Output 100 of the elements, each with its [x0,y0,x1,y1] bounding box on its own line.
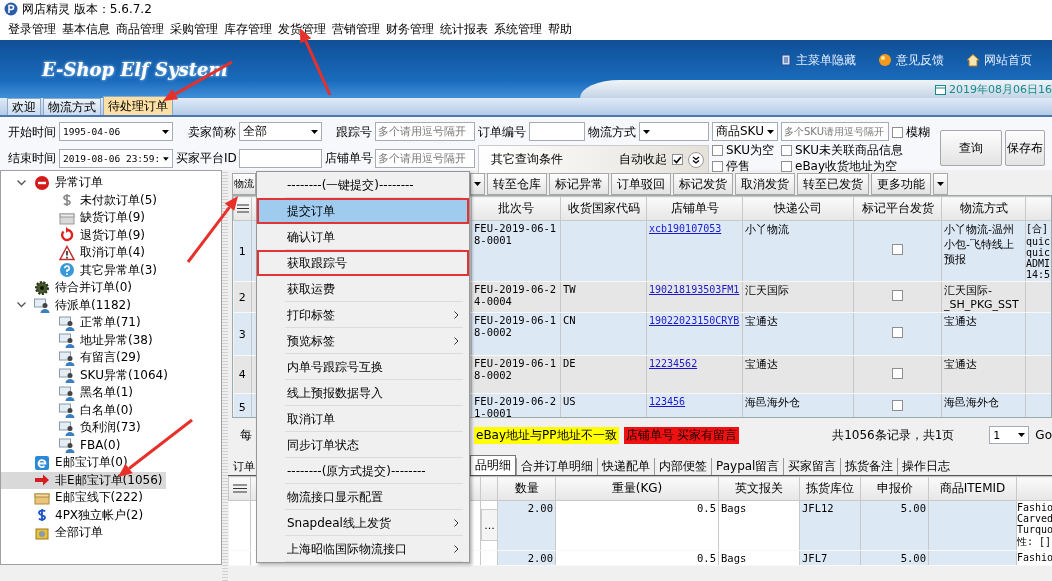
toolbar-button[interactable]: 取消发货 [735,173,795,195]
dropdown[interactable]: 商品SKU [712,122,778,141]
dropdown[interactable]: 2019-08-06 23:59: [59,149,173,168]
menu-item[interactable]: 获取跟踪号 [257,250,469,276]
tree-item[interactable]: 黑名单(1) [26,384,137,402]
tab[interactable]: 订单 [232,458,256,475]
tree-item[interactable]: 全部订单 [1,524,107,542]
tree-item[interactable]: E邮宝线下(222) [1,489,147,507]
computer-user-icon [59,332,75,349]
tree-item[interactable]: 取消订单(4) [26,244,149,262]
tree-item[interactable]: FBA(0) [26,436,125,454]
menu-item[interactable]: 帮助 [548,20,572,38]
menu-item[interactable]: 基本信息 [62,20,110,38]
tree-item[interactable]: E邮宝订单(0) [1,454,132,472]
checkbox[interactable] [892,244,903,255]
menu-item[interactable]: 发货管理 [278,20,326,38]
tree-item[interactable]: 缺货订单(9) [26,209,149,227]
link[interactable]: 19022023150CRYB [649,315,740,326]
input-field[interactable]: 多个请用逗号隔开 [375,122,475,141]
banner-link[interactable]: 主菜单隐藏 [780,51,856,69]
caret-icon [162,129,169,134]
table-cell: 汇天国际 [742,281,854,313]
save-layout-button[interactable]: 保存布 [1005,130,1045,166]
tree-item[interactable]: 待合并订单(0) [1,279,136,297]
tree-item[interactable]: 4PX独立帐户(2) [1,506,148,524]
computer-user-icon [59,367,75,384]
menu-item[interactable]: 系统管理 [494,20,542,38]
tree-item[interactable]: 未付款订单(5) [26,191,161,209]
dropdown[interactable]: 1995-04-06 [59,122,173,141]
checkbox-label: SKU未关联商品信息 [795,142,903,159]
tab[interactable]: 买家留言 [783,458,841,475]
dropdown[interactable]: 全部 [239,122,322,141]
tab[interactable]: 物流方式 [43,98,101,115]
toolbar-button[interactable]: 更多功能 [871,173,931,195]
menu-item[interactable]: 财务管理 [386,20,434,38]
computer-user-icon [34,297,50,314]
list-icon [236,203,249,213]
tab[interactable]: 合并订单明细 [516,458,597,475]
input-field[interactable] [529,122,585,141]
tree-item[interactable]: 异常订单 [1,174,107,192]
tree-item[interactable]: 其它异常单(3) [26,261,161,279]
checkbox[interactable] [712,161,723,172]
toolbar-button[interactable]: 转至已发货 [797,173,869,195]
link[interactable]: 190218193503FM1 [649,284,740,295]
checkbox[interactable] [712,145,723,156]
tab[interactable]: 快递配单 [597,458,654,475]
checkbox[interactable] [892,327,903,338]
menu-item[interactable]: 商品管理 [116,20,164,38]
tree-item[interactable]: 负利润(73) [26,419,145,437]
tab[interactable]: 待处理订单 [103,96,173,115]
tab[interactable]: 品明细 [470,455,516,475]
input-field[interactable]: 多个SKU请用逗号隔开 [781,122,889,141]
dropdown[interactable] [639,122,709,141]
menu-item[interactable]: 采购管理 [170,20,218,38]
tree-item[interactable]: 白名单(0) [26,401,137,419]
input-field[interactable]: 多个请用逗号隔开 [375,149,475,168]
menu-item[interactable]: 库存管理 [224,20,272,38]
more-button[interactable]: ... [481,509,498,541]
tree-item[interactable]: 非E邮宝订单(1056) [1,471,167,489]
checkbox[interactable] [892,290,903,301]
menu-item[interactable]: 统计报表 [440,20,488,38]
dropdown-button[interactable] [470,173,485,195]
tab[interactable]: Paypal留言 [711,458,784,475]
toolbar-button[interactable]: 转至仓库 [487,173,547,195]
tab[interactable]: 操作日志 [897,458,955,475]
tree-item[interactable]: 正常单(71) [26,314,145,332]
banner-link[interactable]: 网站首页 [966,51,1032,69]
checkbox[interactable] [781,161,792,172]
menu-item[interactable]: 登录管理 [8,20,56,38]
checkbox[interactable] [672,154,683,165]
toolbar-button[interactable]: 订单驳回 [611,173,671,195]
tree-item[interactable]: 地址异常(38) [26,331,157,349]
checkbox[interactable] [892,400,903,411]
go-button[interactable]: Go [1035,428,1052,442]
banner-link[interactable]: 意见反馈 [878,51,944,69]
toolbar-button[interactable]: 物流 [232,173,256,195]
dropdown-button[interactable] [933,173,948,195]
link[interactable]: 12234562 [649,358,698,369]
checkbox[interactable] [781,145,792,156]
window-title: 网店精灵 版本：5.6.7.2 [22,0,152,18]
search-button[interactable]: 查询 [940,130,1002,166]
field-label: 物流方式 [588,123,636,141]
tree-item[interactable]: 退货订单(9) [26,226,149,244]
link[interactable]: 123456 [649,396,686,407]
input-field[interactable] [239,149,322,168]
tree-item[interactable]: 有留言(29) [26,349,145,367]
link[interactable]: xcb190107053 [649,223,722,234]
tab[interactable]: 拣货备注 [840,458,898,475]
menu-item[interactable]: 提交订单 [257,198,469,224]
checkbox[interactable] [892,367,903,379]
toolbar-button[interactable]: 标记发货 [673,173,733,195]
expand-button[interactable] [688,151,704,168]
toolbar-button[interactable]: 标记异常 [549,173,609,195]
checkbox[interactable] [892,126,903,138]
menu-item[interactable]: 营销管理 [332,20,380,38]
tab[interactable]: 欢迎 [7,98,41,115]
page-dropdown[interactable]: 1 [989,426,1030,444]
tree-item[interactable]: SKU异常(1064) [26,366,172,384]
tree-item[interactable]: 待派单(1182) [1,296,135,314]
tab[interactable]: 内部便签 [654,458,711,475]
